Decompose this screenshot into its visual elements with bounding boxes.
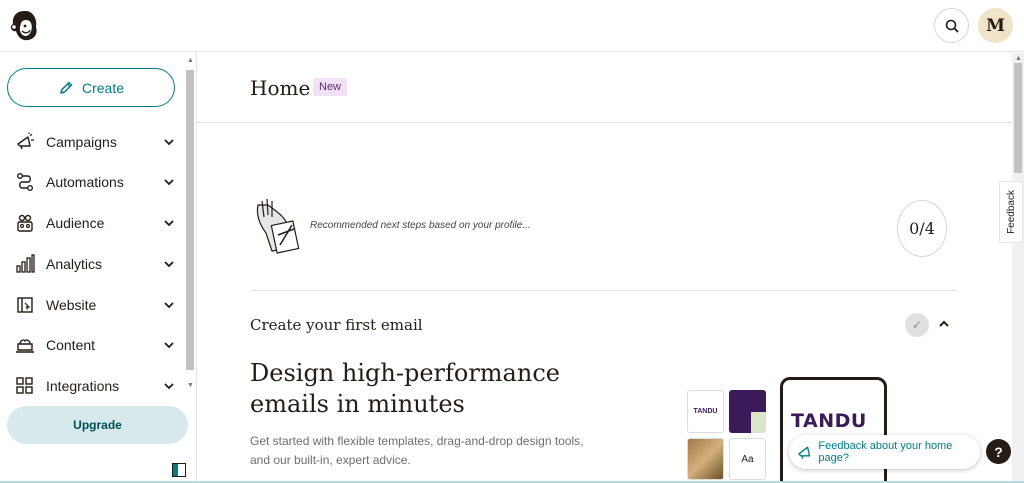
sidebar-item-analytics[interactable]: Analytics xyxy=(14,249,176,279)
scrollbar-thumb[interactable] xyxy=(1014,63,1022,173)
automation-flow-icon xyxy=(14,171,36,193)
sidebar-item-audience[interactable]: Audience xyxy=(14,208,176,238)
sidebar-scrollbar[interactable]: ▲ ▼ xyxy=(184,57,196,397)
sidebar-item-campaigns[interactable]: Campaigns xyxy=(14,127,176,157)
page-title: Home xyxy=(250,76,311,100)
chevron-down-icon xyxy=(164,220,174,227)
template-color-tile xyxy=(729,390,766,433)
avatar[interactable]: M xyxy=(978,8,1013,43)
audience-icon xyxy=(14,212,36,234)
content-icon xyxy=(14,334,36,356)
divider xyxy=(250,290,958,291)
freddie-chimp-logo-icon[interactable] xyxy=(8,9,40,43)
megaphone-icon xyxy=(798,446,811,459)
page-header: Home New xyxy=(197,53,1012,123)
pencil-icon xyxy=(60,81,73,94)
template-photo-tile xyxy=(687,438,724,480)
main-content: Home New ▲ Feedback Recommended next ste… xyxy=(197,53,1024,483)
chevron-down-icon xyxy=(164,139,174,146)
template-logo-text: TANDU xyxy=(693,408,718,415)
subtext: Get started with flexible templates, dra… xyxy=(250,434,584,467)
recommendation-text: Recommended next steps based on your pro… xyxy=(310,220,531,231)
sidebar-item-label: Automations xyxy=(46,174,124,190)
sidebar-item-label: Campaigns xyxy=(46,134,117,150)
high-five-illustration-icon xyxy=(250,195,306,257)
chevron-up-icon[interactable] xyxy=(937,317,951,331)
chevron-down-icon xyxy=(164,261,174,268)
sidebar-item-integrations[interactable]: Integrations xyxy=(14,371,176,401)
step-title[interactable]: Create your first email xyxy=(250,316,423,334)
headline: Design high-performance emails in minute… xyxy=(250,359,560,418)
chevron-down-icon xyxy=(164,302,174,309)
feedback-tab[interactable]: Feedback xyxy=(999,181,1023,243)
feedback-tab-label: Feedback xyxy=(1005,190,1017,234)
bar-chart-icon xyxy=(14,253,36,275)
progress-counter: 0/4 xyxy=(897,200,947,257)
megaphone-icon xyxy=(14,131,36,153)
phone-logo-text: TANDU xyxy=(791,410,867,432)
main-scrollbar[interactable]: ▲ xyxy=(1012,53,1024,483)
sidebar: Create Campaigns Automations Audience An… xyxy=(0,53,197,483)
sidebar-item-content[interactable]: Content xyxy=(14,330,176,360)
collapse-sidebar-icon[interactable] xyxy=(172,463,186,477)
chevron-down-icon xyxy=(164,383,174,390)
feedback-home-label: Feedback about your home page? xyxy=(818,440,953,464)
create-button[interactable]: Create xyxy=(7,68,175,107)
integrations-grid-icon xyxy=(14,375,36,397)
upgrade-button[interactable]: Upgrade xyxy=(7,406,188,444)
scrollbar-thumb[interactable] xyxy=(186,70,194,370)
top-bar: M xyxy=(0,0,1024,52)
font-sample: Aa xyxy=(741,453,754,465)
sidebar-item-automations[interactable]: Automations xyxy=(14,167,176,197)
chevron-down-icon xyxy=(164,179,174,186)
template-font-tile: Aa xyxy=(729,438,766,480)
sidebar-item-label: Audience xyxy=(46,215,105,231)
scroll-down-arrow-icon[interactable]: ▼ xyxy=(187,382,194,389)
sidebar-item-label: Integrations xyxy=(46,378,120,394)
search-button[interactable] xyxy=(934,8,969,43)
sidebar-item-label: Content xyxy=(46,337,96,353)
help-button[interactable]: ? xyxy=(986,439,1011,464)
chevron-down-icon xyxy=(164,342,174,349)
scroll-up-arrow-icon[interactable]: ▲ xyxy=(187,57,194,64)
sidebar-item-website[interactable]: Website xyxy=(14,290,176,320)
create-button-label: Create xyxy=(81,79,125,96)
sidebar-item-label: Website xyxy=(46,297,97,313)
scroll-up-arrow-icon[interactable]: ▲ xyxy=(1015,55,1022,62)
template-logo-tile: TANDU xyxy=(687,390,724,433)
website-icon xyxy=(14,294,36,316)
search-icon xyxy=(945,19,959,33)
feedback-home-button[interactable]: Feedback about your home page? xyxy=(789,435,980,469)
sidebar-item-label: Analytics xyxy=(46,256,103,272)
check-icon: ✓ xyxy=(905,313,929,337)
new-badge: New xyxy=(313,78,348,96)
